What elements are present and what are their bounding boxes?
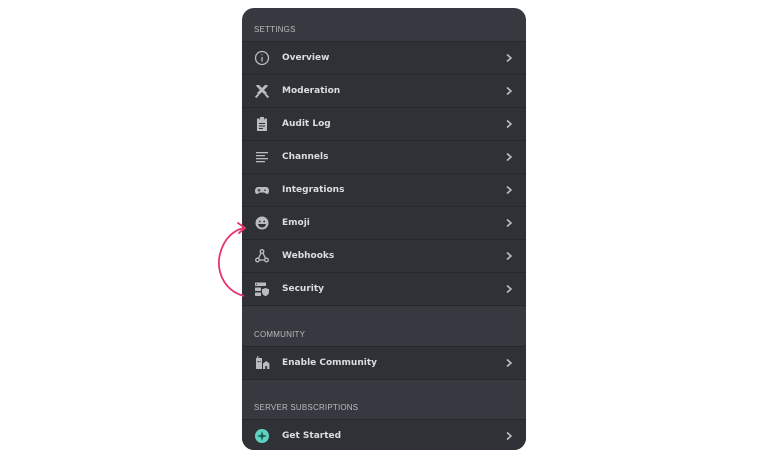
item-label: Webhooks: [282, 251, 335, 261]
webhook-icon: [254, 248, 270, 264]
item-label: Moderation: [282, 86, 341, 96]
section-title: SERVER SUBSCRIPTIONS: [254, 403, 359, 412]
subscriptions-list: Get Started: [242, 419, 526, 450]
settings-item-integrations[interactable]: Integrations: [242, 173, 526, 206]
item-label: Overview: [282, 53, 330, 63]
info-icon: [254, 50, 270, 66]
section-header-settings: SETTINGS: [242, 8, 526, 41]
item-label: Audit Log: [282, 119, 331, 129]
stage: SETTINGS Overview Moderation Audit Log C…: [0, 0, 768, 456]
settings-list: Overview Moderation Audit Log Channels I…: [242, 41, 526, 305]
settings-item-emoji[interactable]: Emoji: [242, 206, 526, 239]
settings-item-webhooks[interactable]: Webhooks: [242, 239, 526, 272]
community-icon: [254, 355, 270, 371]
section-title: COMMUNITY: [254, 330, 306, 339]
item-label: Get Started: [282, 431, 342, 441]
section-title: SETTINGS: [254, 25, 296, 34]
settings-item-security[interactable]: Security: [242, 272, 526, 305]
smile-icon: [254, 215, 270, 231]
gamepad-icon: [254, 182, 270, 198]
list-icon: [254, 149, 270, 165]
community-item-enable-community[interactable]: Enable Community: [242, 346, 526, 379]
chevron-right-icon: [504, 431, 514, 441]
swords-icon: [254, 83, 270, 99]
chevron-right-icon: [504, 358, 514, 368]
settings-item-channels[interactable]: Channels: [242, 140, 526, 173]
item-label: Channels: [282, 152, 329, 162]
item-label: Enable Community: [282, 358, 378, 368]
settings-item-moderation[interactable]: Moderation: [242, 74, 526, 107]
settings-item-overview[interactable]: Overview: [242, 41, 526, 74]
section-header-community: COMMUNITY: [242, 305, 526, 346]
clipboard-icon: [254, 116, 270, 132]
item-label: Integrations: [282, 185, 345, 195]
chevron-right-icon: [504, 152, 514, 162]
chevron-right-icon: [504, 251, 514, 261]
chevron-right-icon: [504, 119, 514, 129]
community-list: Enable Community: [242, 346, 526, 379]
chevron-right-icon: [504, 86, 514, 96]
item-label: Security: [282, 284, 325, 294]
shield-server-icon: [254, 281, 270, 297]
subscriptions-item-get-started[interactable]: Get Started: [242, 419, 526, 450]
settings-item-audit-log[interactable]: Audit Log: [242, 107, 526, 140]
server-settings-panel: SETTINGS Overview Moderation Audit Log C…: [242, 8, 526, 450]
section-header-server-subscriptions: SERVER SUBSCRIPTIONS: [242, 379, 526, 419]
subscription-gem-icon: [254, 428, 270, 444]
chevron-right-icon: [504, 185, 514, 195]
item-label: Emoji: [282, 218, 310, 228]
chevron-right-icon: [504, 284, 514, 294]
chevron-right-icon: [504, 53, 514, 63]
chevron-right-icon: [504, 218, 514, 228]
